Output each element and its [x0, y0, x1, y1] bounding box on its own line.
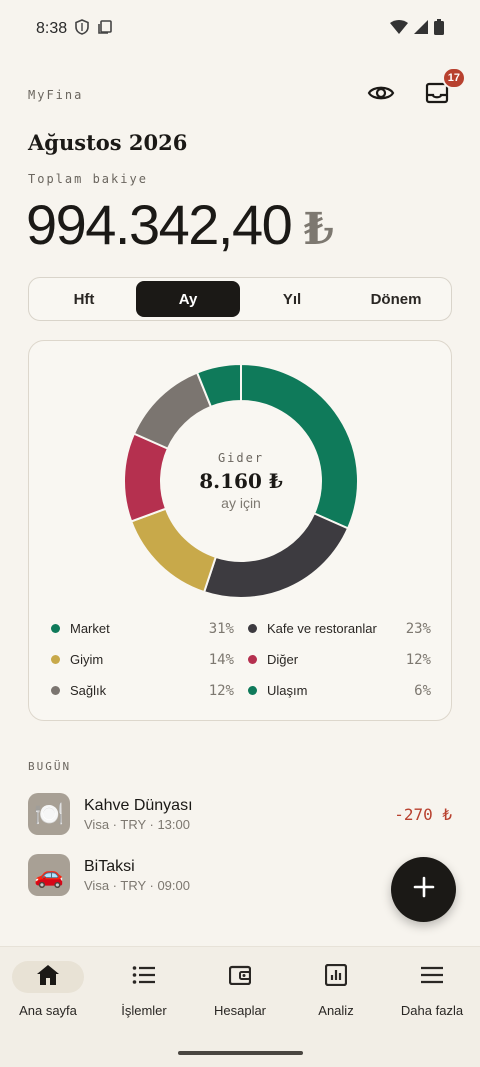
- legend-percent: 14%: [208, 651, 234, 668]
- eye-icon: [367, 83, 395, 108]
- legend-name: Kafe ve restoranlar: [267, 621, 377, 636]
- nav-item-analysis[interactable]: Analiz: [288, 961, 384, 1027]
- legend-dot: [51, 624, 60, 633]
- plus-icon: [413, 876, 435, 903]
- visibility-toggle-button[interactable]: [366, 80, 396, 110]
- legend-name: Sağlık: [70, 683, 107, 698]
- expense-card: Gider 8.160 ₺ ay için Market 31% Kafe ve…: [28, 340, 452, 721]
- legend-percent: 12%: [405, 651, 431, 668]
- donut-center-sub: ay için: [221, 495, 261, 511]
- transaction-row[interactable]: 🚗 BiTaksi Visa · TRY · 09:00: [28, 853, 452, 897]
- tab-week[interactable]: Hft: [32, 281, 136, 317]
- car-icon: 🚗: [28, 854, 70, 896]
- period-selector: Hft Ay Yıl Dönem: [28, 277, 452, 321]
- nav-item-more[interactable]: Daha fazla: [384, 961, 480, 1027]
- nav-label: Ana sayfa: [19, 1003, 77, 1018]
- section-today-label: BUGÜN: [28, 760, 72, 773]
- transaction-meta: Visa · TRY · 13:00: [84, 816, 190, 832]
- legend-item-health[interactable]: Sağlık 12%: [51, 675, 234, 706]
- nav-label: İşlemler: [121, 1003, 167, 1018]
- status-bar: 8:38: [0, 0, 480, 58]
- copy-icon: [97, 19, 113, 40]
- month-title: Ağustos 2026: [28, 130, 188, 155]
- chart-icon: [324, 963, 348, 991]
- legend-dot: [248, 624, 257, 633]
- balance-currency: ₺: [303, 204, 334, 255]
- notification-badge: 17: [441, 67, 466, 89]
- home-icon: [36, 964, 60, 991]
- legend-item-transport[interactable]: Ulaşım 6%: [248, 675, 431, 706]
- legend-item-cafe[interactable]: Kafe ve restoranlar 23%: [248, 613, 431, 644]
- list-icon: [132, 965, 156, 990]
- balance-label: Toplam bakiye: [28, 172, 148, 186]
- donut-center: Gider 8.160 ₺ ay için: [123, 363, 359, 599]
- wifi-icon: [390, 19, 408, 39]
- tab-period[interactable]: Dönem: [344, 281, 448, 317]
- wallet-icon: [228, 965, 252, 990]
- tab-month[interactable]: Ay: [136, 281, 240, 317]
- legend-item-clothing[interactable]: Giyim 14%: [51, 644, 234, 675]
- balance-value: 994.342,40: [26, 193, 293, 256]
- legend-name: Giyim: [70, 652, 104, 667]
- tab-year[interactable]: Yıl: [240, 281, 344, 317]
- legend-percent: 6%: [414, 682, 431, 699]
- legend-name: Ulaşım: [267, 683, 308, 698]
- nav-label: Daha fazla: [400, 1003, 464, 1018]
- home-indicator: [178, 1051, 303, 1055]
- restaurant-icon: 🍽️: [28, 793, 70, 835]
- brand-name: MyFina: [28, 88, 84, 102]
- status-time: 8:38: [36, 20, 68, 37]
- transaction-row[interactable]: 🍽️ Kahve Dünyası Visa · TRY · 13:00 -270…: [28, 792, 452, 836]
- legend-percent: 23%: [405, 620, 431, 637]
- transaction-amount: -270 ₺: [394, 804, 452, 824]
- legend-item-other[interactable]: Diğer 12%: [248, 644, 431, 675]
- balance-amount: 994.342,40 ₺: [26, 192, 334, 257]
- legend-percent: 31%: [208, 620, 234, 637]
- battery-icon: [434, 18, 444, 40]
- legend-dot: [248, 655, 257, 664]
- nav-item-home[interactable]: Ana sayfa: [0, 961, 96, 1027]
- nav-label: Analiz: [318, 1003, 354, 1018]
- donut-center-value: 8.160 ₺: [199, 469, 283, 493]
- inbox-button[interactable]: 17: [422, 67, 466, 110]
- bottom-navigation: Ana sayfa İşlemler Hesaplar Analiz Daha …: [0, 946, 480, 1067]
- transaction-title: Kahve Dünyası: [84, 796, 193, 814]
- nav-label: Hesaplar: [213, 1003, 267, 1018]
- signal-icon: [414, 19, 428, 39]
- app-header: MyFina 17: [0, 67, 480, 120]
- legend-name: Diğer: [267, 652, 299, 667]
- shield-icon: [75, 18, 89, 40]
- add-transaction-button[interactable]: [391, 857, 456, 922]
- nav-item-accounts[interactable]: Hesaplar: [192, 961, 288, 1027]
- legend-dot: [51, 655, 60, 664]
- nav-item-transactions[interactable]: İşlemler: [96, 961, 192, 1027]
- menu-icon: [420, 966, 444, 989]
- donut-center-label: Gider: [217, 451, 265, 465]
- legend-dot: [248, 686, 257, 695]
- legend-name: Market: [70, 621, 110, 636]
- legend-dot: [51, 686, 60, 695]
- legend-item-market[interactable]: Market 31%: [51, 613, 234, 644]
- legend-percent: 12%: [208, 682, 234, 699]
- chart-legend: Market 31% Kafe ve restoranlar 23% Giyim…: [51, 613, 431, 706]
